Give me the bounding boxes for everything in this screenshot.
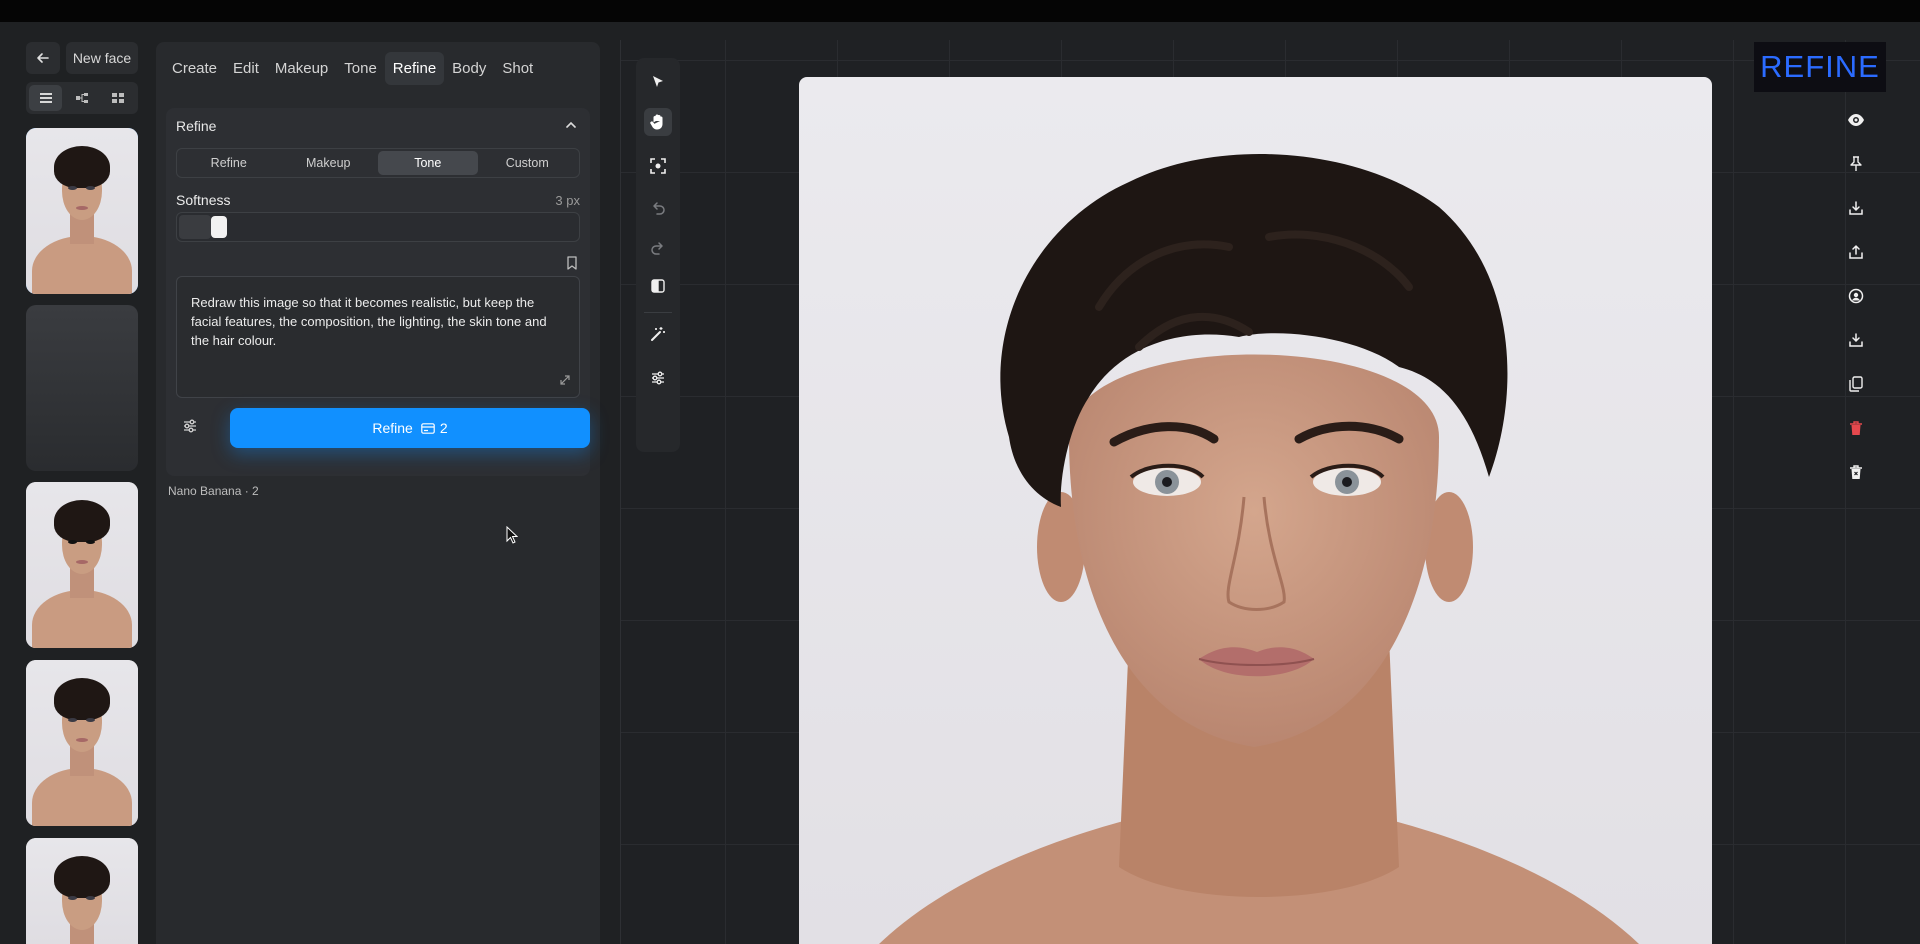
- portrait-image: [26, 128, 138, 294]
- model-info: Nano Banana · 2: [168, 484, 259, 498]
- tree-view-button[interactable]: [65, 85, 98, 111]
- thumbnail-1[interactable]: [26, 128, 138, 294]
- delete-button[interactable]: [1838, 410, 1874, 446]
- softness-label: Softness: [176, 192, 231, 208]
- toolbar-divider: [644, 312, 672, 313]
- share-button[interactable]: [1838, 234, 1874, 270]
- view-mode-toggle: [26, 82, 138, 114]
- save-icon: [1849, 333, 1863, 347]
- prompt-textarea[interactable]: Redraw this image so that it becomes rea…: [176, 276, 580, 398]
- hand-icon: [650, 114, 663, 130]
- tab-edit[interactable]: Edit: [225, 52, 267, 85]
- download-button[interactable]: [1838, 190, 1874, 226]
- copy-icon: [1849, 376, 1863, 392]
- grid-icon: [111, 93, 124, 103]
- credit-cost: 2: [421, 420, 448, 436]
- back-button[interactable]: [26, 42, 60, 74]
- redo-button[interactable]: [644, 234, 672, 262]
- save-button[interactable]: [1838, 322, 1874, 358]
- expand-handle[interactable]: [559, 372, 571, 391]
- visibility-button[interactable]: [1838, 102, 1874, 138]
- arrow-left-icon: [37, 53, 49, 63]
- focus-icon: [650, 158, 666, 174]
- project-title[interactable]: New face: [66, 42, 138, 74]
- save-prompt-button[interactable]: [566, 256, 578, 275]
- segment-tone[interactable]: Tone: [378, 151, 478, 175]
- thumbnail-5[interactable]: [26, 838, 138, 944]
- face-button[interactable]: [1838, 278, 1874, 314]
- refine-button[interactable]: Refine 2: [230, 408, 590, 448]
- cursor-icon: [653, 76, 663, 87]
- redo-icon: [651, 242, 663, 255]
- slider-thumb[interactable]: [211, 216, 227, 238]
- card-title: Refine: [176, 118, 217, 134]
- chevron-up-icon: [566, 121, 576, 128]
- sliders-icon: [652, 371, 664, 385]
- compare-icon: [651, 279, 665, 293]
- list-icon: [39, 93, 52, 103]
- collapse-button[interactable]: [564, 118, 578, 137]
- copy-button[interactable]: [1838, 366, 1874, 402]
- delete-icon: [1850, 465, 1862, 479]
- pan-tool[interactable]: [644, 108, 672, 136]
- canvas-toolbar: [636, 58, 680, 452]
- undo-button[interactable]: [644, 194, 672, 222]
- portrait-image: [26, 838, 138, 944]
- trash-icon: [1850, 421, 1862, 435]
- mode-segmented-control: Refine Makeup Tone Custom: [176, 148, 580, 178]
- slider-fill: [179, 215, 211, 239]
- eye-icon: [1848, 114, 1864, 126]
- softness-value: 3 px: [555, 193, 580, 208]
- expand-icon: [560, 375, 570, 385]
- top-bar: [0, 0, 1920, 22]
- softness-slider[interactable]: [176, 212, 580, 242]
- segment-makeup[interactable]: Makeup: [279, 151, 379, 175]
- refine-card: Refine Refine Makeup Tone Custom Softnes…: [166, 108, 590, 476]
- tab-shot[interactable]: Shot: [494, 52, 541, 85]
- tab-tone[interactable]: Tone: [336, 52, 385, 85]
- thumbnail-3[interactable]: [26, 482, 138, 648]
- portrait-image: [26, 660, 138, 826]
- segment-refine[interactable]: Refine: [179, 151, 279, 175]
- undo-icon: [653, 202, 665, 215]
- adjust-tool[interactable]: [644, 364, 672, 392]
- tab-create[interactable]: Create: [164, 52, 225, 85]
- image-actions-bar: [1838, 58, 1874, 498]
- segment-custom[interactable]: Custom: [478, 151, 578, 175]
- download-icon: [1849, 201, 1863, 215]
- tab-refine[interactable]: Refine: [384, 51, 445, 85]
- user-circle-icon: [1848, 288, 1864, 304]
- tab-body[interactable]: Body: [444, 52, 494, 85]
- main-image[interactable]: [799, 77, 1712, 944]
- refine-settings-button[interactable]: [176, 412, 204, 440]
- mouse-pointer-icon: [506, 526, 518, 544]
- focus-tool[interactable]: [644, 152, 672, 180]
- grid-view-button[interactable]: [101, 85, 134, 111]
- pin-icon: [1850, 156, 1862, 171]
- refine-button-label: Refine: [372, 420, 413, 436]
- list-view-button[interactable]: [29, 85, 62, 111]
- magic-wand-icon: [651, 327, 665, 341]
- tab-bar: Create Edit Makeup Tone Refine Body Shot: [156, 48, 541, 88]
- tree-icon: [75, 93, 88, 103]
- credit-card-icon: [421, 422, 435, 434]
- tab-makeup[interactable]: Makeup: [267, 52, 336, 85]
- portrait-image: [26, 482, 138, 648]
- compare-tool[interactable]: [644, 272, 672, 300]
- share-icon: [1849, 244, 1863, 259]
- bookmark-icon: [567, 256, 577, 270]
- pin-button[interactable]: [1838, 146, 1874, 182]
- prompt-text: Redraw this image so that it becomes rea…: [191, 295, 547, 348]
- credit-count: 2: [439, 420, 448, 436]
- thumbnail-2[interactable]: [26, 305, 138, 471]
- portrait-photo: [879, 154, 1639, 944]
- magic-tool[interactable]: [644, 320, 672, 348]
- select-tool[interactable]: [644, 68, 672, 96]
- thumbnail-4[interactable]: [26, 660, 138, 826]
- edit-panel: Create Edit Makeup Tone Refine Body Shot…: [156, 42, 600, 944]
- remove-button[interactable]: [1838, 454, 1874, 490]
- sliders-icon: [184, 419, 196, 433]
